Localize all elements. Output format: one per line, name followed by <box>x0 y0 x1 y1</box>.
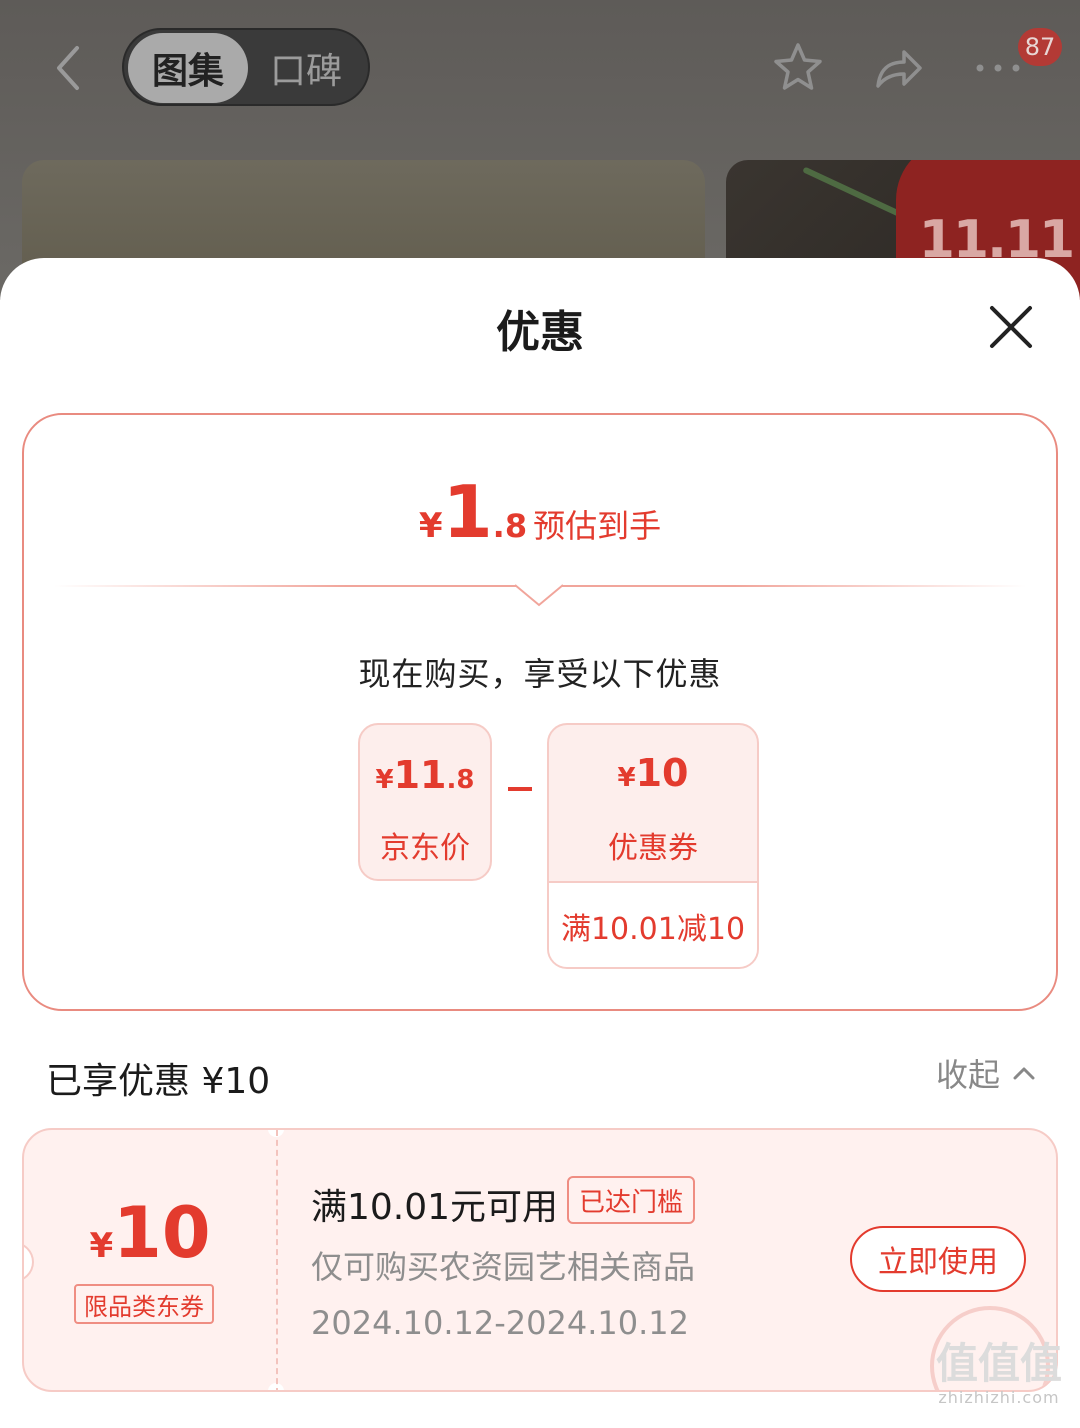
estimated-price-dec: .8 <box>492 507 528 545</box>
more-dots-icon <box>976 64 1020 72</box>
coupon-amount-value: 10 <box>113 1192 211 1274</box>
tab-reviews[interactable]: 口碑 <box>246 33 366 103</box>
site-watermark: 值值值 zhizhizhi.com <box>924 1340 1074 1420</box>
coupon-card: ¥10 限品类东券 满10.01元可用 已达门槛 仅可购买农资园艺相关商品 20… <box>22 1128 1058 1392</box>
currency-symbol: ¥ <box>89 1226 114 1266</box>
jd-price-label: 京东价 <box>380 831 470 866</box>
coupon-discount-box: ¥10 优惠券 满10.01减10 <box>547 723 759 969</box>
estimated-price: ¥1.8 预估到手 <box>24 470 1056 554</box>
coupon-value-int: 10 <box>635 751 689 795</box>
threshold-reached-tag: 已达门槛 <box>567 1176 696 1224</box>
discount-sheet: 优惠 ¥1.8 预估到手 现在购买，享受以下优惠 ¥11.8 京东价 ¥10 优惠… <box>0 258 1080 1428</box>
jd-price-int: 11 <box>393 753 447 797</box>
chevron-left-icon <box>57 46 79 90</box>
notification-badge: 87 <box>1018 28 1062 66</box>
coupon-condition: 满10.01减10 <box>549 881 757 967</box>
coupon-label: 优惠券 <box>608 831 698 866</box>
star-icon <box>774 43 822 90</box>
currency-symbol: ¥ <box>375 765 394 795</box>
background-page: 图集 口碑 87 11.11 <box>0 0 1080 300</box>
coupon-dashed-divider <box>276 1130 278 1390</box>
coupon-title: 满10.01元可用 <box>311 1187 559 1228</box>
coupon-value: ¥10 <box>549 751 757 795</box>
close-button[interactable] <box>984 300 1038 354</box>
sheet-title: 优惠 <box>496 307 584 358</box>
collapse-label: 收起 <box>936 1056 1001 1094</box>
close-icon <box>990 306 1032 348</box>
currency-symbol: ¥ <box>617 763 636 793</box>
tab-gallery[interactable]: 图集 <box>128 33 248 103</box>
minus-operator <box>508 787 532 791</box>
favorite-button[interactable] <box>768 38 828 98</box>
use-now-button[interactable]: 立即使用 <box>850 1226 1026 1292</box>
price-summary-card: ¥1.8 预估到手 现在购买，享受以下优惠 ¥11.8 京东价 ¥10 优惠券 满… <box>22 413 1058 1011</box>
currency-symbol: ¥ <box>418 506 443 546</box>
coupon-description: 仅可购买农资园艺相关商品 <box>311 1248 696 1286</box>
estimated-price-int: 1 <box>442 470 493 554</box>
coupon-amount: ¥10 <box>24 1192 276 1274</box>
view-segment-control: 图集 口碑 <box>122 28 370 106</box>
divider-notch-icon <box>515 584 563 607</box>
watermark-url: zhizhizhi.com <box>938 1388 1060 1407</box>
chevron-up-icon <box>1013 1067 1035 1080</box>
jd-price-box: ¥11.8 京东价 <box>358 723 492 881</box>
watermark-logo: 值值值 <box>935 1339 1062 1388</box>
enjoyed-discount-label: 已享优惠 ¥10 <box>46 1061 271 1102</box>
share-button[interactable] <box>868 38 928 98</box>
back-button[interactable] <box>44 40 92 96</box>
coupon-validity: 2024.10.12-2024.10.12 <box>311 1304 689 1342</box>
summary-subtitle: 现在购买，享受以下优惠 <box>358 655 722 693</box>
share-icon <box>876 50 922 88</box>
estimated-price-label: 预估到手 <box>533 507 662 545</box>
coupon-type-tag: 限品类东券 <box>74 1284 214 1324</box>
jd-price-value: ¥11.8 <box>360 753 490 797</box>
jd-price-dec: .8 <box>446 765 475 795</box>
collapse-toggle[interactable]: 收起 <box>936 1050 1036 1096</box>
top-nav-bar: 图集 口碑 87 <box>0 0 1080 140</box>
